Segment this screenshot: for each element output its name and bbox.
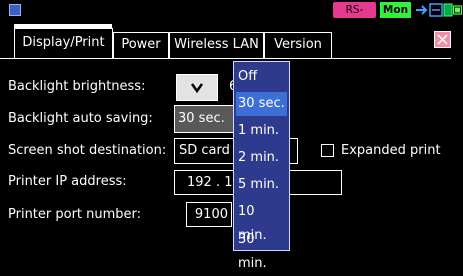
- brightness-dropdown-button[interactable]: [176, 74, 218, 101]
- backlight-auto-saving-label: Backlight auto saving:: [8, 111, 153, 126]
- usb-icon: [416, 5, 428, 15]
- close-icon: [437, 34, 448, 45]
- tab-wireless-lan[interactable]: Wireless LAN: [169, 32, 264, 58]
- tab-bar: Display/Print Power Wireless LAN Version: [0, 24, 463, 60]
- menu-option-30-sec[interactable]: 30 sec.: [236, 92, 287, 116]
- menu-option-30-min[interactable]: 30 min.: [236, 228, 287, 271]
- expanded-print-checkbox[interactable]: [321, 144, 334, 157]
- menu-option-1-min[interactable]: 1 min.: [236, 119, 287, 143]
- ip-octet-2: 1: [224, 175, 233, 190]
- chevron-down-icon: [190, 83, 204, 94]
- auto-saving-select[interactable]: 30 sec.: [174, 105, 236, 133]
- printer-port-label: Printer port number:: [8, 207, 142, 222]
- window-icon: [9, 4, 21, 16]
- sd-card-icon: [443, 3, 453, 17]
- expanded-print-label: Expanded print: [341, 143, 441, 158]
- port-badge: RS-232C: [333, 2, 376, 32]
- network-icon: [429, 3, 443, 17]
- tab-divider: [0, 58, 451, 59]
- backlight-brightness-label: Backlight brightness:: [8, 79, 146, 94]
- menu-option-10-min[interactable]: 10 min.: [236, 200, 287, 243]
- tab-power[interactable]: Power: [113, 32, 169, 58]
- screenshot-destination-label: Screen shot destination:: [8, 143, 167, 158]
- menu-option-2-min[interactable]: 2 min.: [236, 146, 287, 170]
- printer-ip-label: Printer IP address:: [8, 174, 127, 189]
- menu-option-5-min[interactable]: 5 min.: [236, 173, 287, 197]
- ip-octet-1: 192: [187, 175, 212, 190]
- menu-option-off[interactable]: Off: [236, 65, 287, 89]
- mode-badge: Mon: [380, 2, 411, 18]
- tab-display-print[interactable]: Display/Print: [14, 28, 113, 59]
- tab-version[interactable]: Version: [264, 32, 332, 58]
- auto-saving-dropdown-menu: Off 30 sec. 1 min. 2 min. 5 min. 10 min.…: [233, 61, 290, 271]
- battery-icon: [453, 5, 463, 15]
- close-button[interactable]: [434, 31, 451, 48]
- printer-port-field[interactable]: 9100: [186, 202, 232, 227]
- status-bar: RS-232C Mon: [0, 0, 463, 32]
